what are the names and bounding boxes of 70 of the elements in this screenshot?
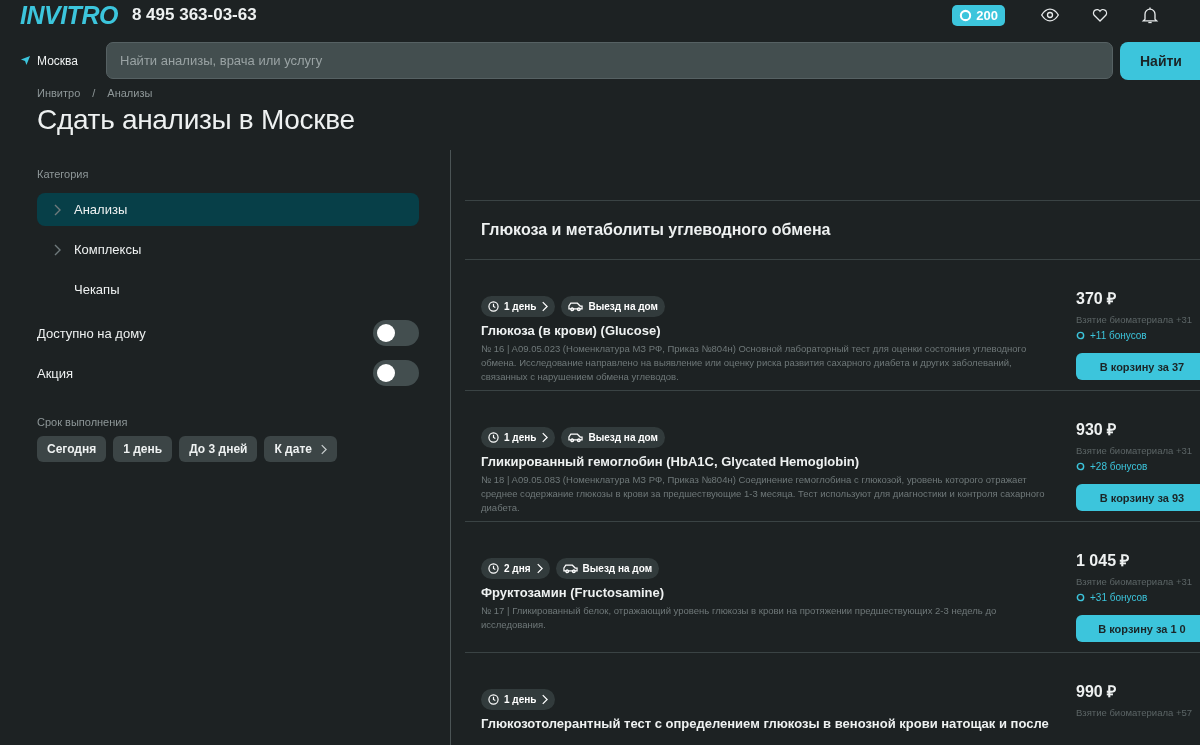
filter-chip[interactable]: 1 день bbox=[113, 436, 173, 462]
filter-chip[interactable]: К дате bbox=[264, 436, 337, 462]
pickup-note: Взятие биоматериала +31 bbox=[1076, 445, 1194, 456]
add-to-cart-button[interactable]: В корзину за 37 bbox=[1076, 353, 1200, 380]
add-to-cart-button[interactable]: В корзину за 1 0 bbox=[1076, 615, 1200, 642]
search-field[interactable]: Найти анализы, врача или услугу bbox=[106, 42, 1113, 79]
logo[interactable]: INVITRO bbox=[20, 0, 118, 30]
test-description: № 16 | A09.05.023 (Номенклатура МЗ РФ, Приказ №804н) Основной лабораторный тест для оценки состояния углеводного обмена. Исследование направлено на выявление или оценку риска развития сахарного диабета и других заболеваний, связанных с нарушением обмена углеводов. bbox=[481, 342, 1028, 384]
price: 930 ₽ bbox=[1076, 420, 1118, 440]
test-title[interactable]: Глюкозотолерантный тест с определением глюкозы в венозной крови натощак и после bbox=[481, 716, 1047, 731]
coin-icon bbox=[1076, 331, 1085, 340]
test-title[interactable]: Глюкоза (в крови) (Glucose) bbox=[481, 323, 1047, 338]
home-visit-tag[interactable]: Выезд на дом bbox=[555, 558, 660, 579]
home-visit-tag[interactable]: Выезд на дом bbox=[561, 296, 665, 317]
filter-chip[interactable]: Сегодня bbox=[37, 436, 107, 462]
test-title[interactable]: Гликированный гемоглобин (HbA1C, Glycated Hemoglobin) bbox=[481, 454, 1047, 469]
test-description: № 18 | A09.05.083 (Номенклатура МЗ РФ, Приказ №804н) Соединение гемоглобина с глюкозой, уровень которого отражает среднее содержание глюкозы в крови за предшествующие 1-3 месяца. Тест используют для диагностики и контроля сахарного диабета. bbox=[481, 473, 1046, 515]
pickup-note: Взятие биоматериала +57 bbox=[1076, 707, 1194, 718]
chevron-icon bbox=[319, 443, 327, 455]
category-item[interactable]: Анализы bbox=[37, 193, 419, 226]
duration-tag[interactable]: 1 день bbox=[481, 689, 556, 710]
coin-icon bbox=[1076, 593, 1085, 602]
category-item[interactable]: Чекапы bbox=[37, 273, 419, 306]
breadcrumb-link[interactable]: Анализы bbox=[107, 87, 153, 99]
add-to-cart-button[interactable]: В корзину за 93 bbox=[1076, 484, 1200, 511]
bell-icon[interactable] bbox=[1140, 5, 1160, 25]
duration-tag[interactable]: 1 день bbox=[481, 296, 556, 317]
toggle-label: Акция bbox=[37, 365, 74, 381]
toggle-label: Доступно на дому bbox=[37, 325, 146, 341]
pickup-note: Взятие биоматериала +31 bbox=[1076, 314, 1194, 325]
heart-icon[interactable] bbox=[1091, 6, 1109, 24]
price: 1 045 ₽ bbox=[1076, 551, 1131, 571]
clock-icon bbox=[488, 301, 499, 312]
clock-icon bbox=[488, 432, 499, 443]
breadcrumb-link[interactable]: Инвитро bbox=[37, 87, 81, 99]
chevron-icon bbox=[541, 432, 549, 443]
chevron-icon bbox=[541, 694, 549, 705]
category-item[interactable]: Комплексы bbox=[37, 233, 419, 266]
bonus-text: +31 бонусов bbox=[1090, 592, 1148, 603]
chevron-icon bbox=[541, 301, 549, 312]
car-icon bbox=[562, 563, 578, 574]
chevron-icon bbox=[535, 563, 543, 574]
clock-icon bbox=[488, 694, 499, 705]
phone-number[interactable]: 8 495 363-03-63 bbox=[131, 5, 257, 25]
price: 370 ₽ bbox=[1076, 289, 1118, 309]
location-arrow-icon bbox=[20, 55, 31, 66]
page-title: Сдать анализы в Москве bbox=[37, 104, 356, 136]
breadcrumb-separator: / bbox=[92, 87, 96, 99]
bonus-text: +11 бонусов bbox=[1090, 330, 1147, 341]
coin-icon bbox=[1076, 462, 1085, 471]
toggle-switch[interactable] bbox=[373, 320, 419, 346]
search-button[interactable]: Найти bbox=[1120, 41, 1200, 80]
clock-icon bbox=[488, 563, 499, 574]
pickup-note: Взятие биоматериала +31 bbox=[1076, 576, 1194, 587]
home-visit-tag[interactable]: Выезд на дом bbox=[561, 427, 665, 448]
duration-tag[interactable]: 1 день bbox=[481, 427, 556, 448]
filter-chip[interactable]: До 3 дней bbox=[179, 436, 258, 462]
price: 990 ₽ bbox=[1076, 682, 1118, 702]
toggle-switch[interactable] bbox=[373, 360, 419, 386]
section-heading: Глюкоза и метаболиты углеводного обмена bbox=[465, 200, 1200, 260]
filter-label: Категория bbox=[37, 168, 90, 180]
coin-icon bbox=[959, 8, 973, 22]
test-title[interactable]: Фруктозамин (Fructosamine) bbox=[481, 585, 1047, 600]
car-icon bbox=[568, 301, 584, 312]
city-selector[interactable]: Москва bbox=[20, 53, 106, 68]
filter-label: Срок выполнения bbox=[37, 416, 129, 428]
car-icon bbox=[568, 432, 584, 443]
duration-tag[interactable]: 2 дня bbox=[481, 558, 550, 579]
test-description: № 17 | Гликированный белок, отражающий уровень глюкозы в крови на протяжении предшествующих 2-3 недель до исследования. bbox=[481, 604, 998, 632]
bonus-text: +28 бонусов bbox=[1090, 461, 1148, 472]
